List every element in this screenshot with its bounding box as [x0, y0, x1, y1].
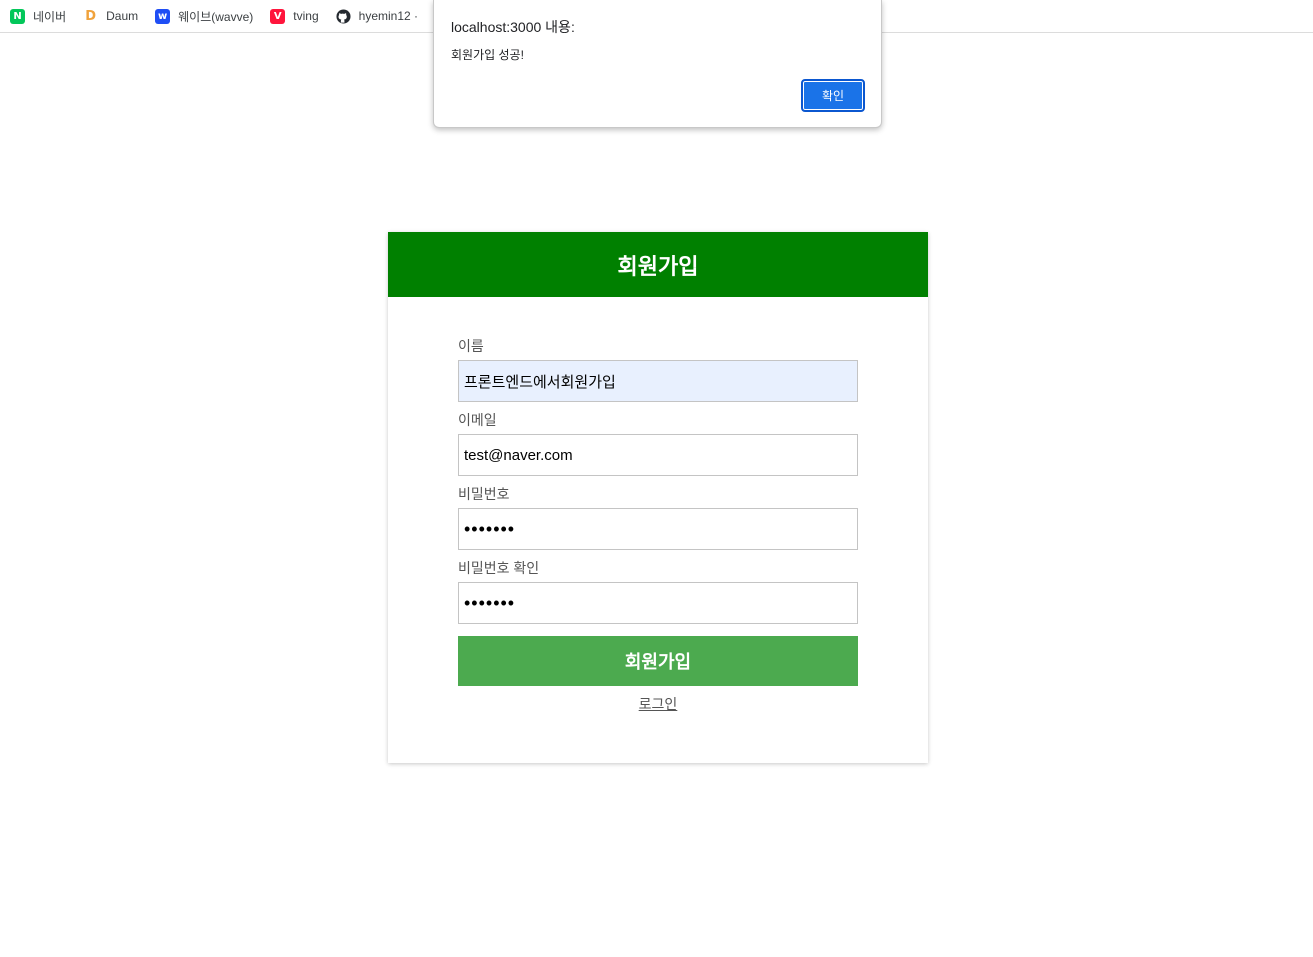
signup-submit-button[interactable]: 회원가입: [458, 636, 858, 686]
bookmark-github[interactable]: hyemin12 ·: [335, 8, 419, 24]
signup-card: 회원가입 이름 이메일 비밀번호 비밀번호 확인 회원가입 로그인: [388, 232, 928, 763]
github-icon: [335, 8, 351, 24]
signup-header: 회원가입: [388, 232, 928, 297]
password-confirm-label: 비밀번호 확인: [458, 560, 540, 576]
alert-ok-button[interactable]: 확인: [801, 79, 865, 112]
signup-title: 회원가입: [617, 253, 699, 279]
bookmark-label: Daum: [106, 9, 139, 23]
daum-icon: D: [83, 8, 99, 24]
password-confirm-input[interactable]: [458, 582, 858, 624]
password-label: 비밀번호: [458, 486, 510, 502]
alert-title: localhost:3000 내용:: [451, 19, 575, 35]
name-field-group: 이름: [458, 336, 858, 402]
bookmark-wavve[interactable]: w 웨이브(wavve): [155, 8, 253, 25]
name-input[interactable]: [458, 360, 858, 402]
bookmark-label: tving: [293, 9, 319, 23]
bookmark-label: hyemin12 ·: [358, 9, 419, 23]
login-link[interactable]: 로그인: [458, 694, 858, 714]
password-confirm-field-group: 비밀번호 확인: [458, 558, 858, 624]
tving-icon: V: [270, 8, 286, 24]
email-input[interactable]: [458, 434, 858, 476]
email-field-group: 이메일: [458, 410, 858, 476]
password-field-group: 비밀번호: [458, 484, 858, 550]
alert-dialog: localhost:3000 내용: 회원가입 성공! 확인: [433, 0, 882, 128]
github-mark: [336, 8, 351, 24]
bookmark-tving[interactable]: V tving: [270, 8, 319, 24]
naver-icon: N: [10, 8, 25, 24]
alert-message: 회원가입 성공!: [451, 48, 524, 62]
password-input[interactable]: [458, 508, 858, 550]
bookmark-label: 웨이브(wavve): [178, 9, 254, 24]
bookmark-naver[interactable]: N 네이버: [10, 8, 66, 25]
signup-form: 이름 이메일 비밀번호 비밀번호 확인 회원가입 로그인: [458, 336, 858, 714]
email-label: 이메일: [458, 412, 497, 428]
name-label: 이름: [458, 338, 484, 354]
bookmark-label: 네이버: [33, 9, 67, 24]
bookmark-daum[interactable]: D Daum: [83, 8, 139, 24]
wavve-icon: w: [155, 8, 171, 24]
